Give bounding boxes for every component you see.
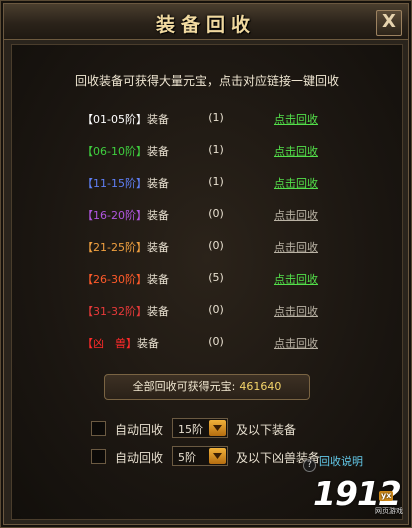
tier-range: 【11-15阶】 <box>82 177 147 190</box>
recycle-row: 【31-32阶】装备 (0) 点击回收 <box>12 302 404 320</box>
tier-range: 【16-20阶】 <box>82 209 147 222</box>
tier-label: 【21-25阶】装备 <box>82 239 169 255</box>
auto-recycle-label: 自动回收 <box>115 451 164 465</box>
tier-label: 【凶 兽】装备 <box>82 335 159 351</box>
tier-label: 【31-32阶】装备 <box>82 303 169 319</box>
auto-recycle-equipment-row: 自动回收 15阶 及以下装备 <box>12 418 404 440</box>
watermark-badge: yx <box>379 491 394 501</box>
beast-tier-select[interactable]: 5阶 <box>172 446 228 466</box>
tier-range: 【凶 兽】 <box>82 337 137 350</box>
title-bar: 装备回收 X <box>4 4 408 40</box>
intro-text: 回收装备可获得大量元宝，点击对应链接一键回收 <box>74 74 339 88</box>
recycle-row: 【凶 兽】装备 (0) 点击回收 <box>12 334 404 352</box>
tier-label: 【06-10阶】装备 <box>82 143 169 159</box>
chevron-down-icon <box>209 448 226 464</box>
close-button[interactable]: X <box>376 10 402 36</box>
tier-range: 【01-05阶】 <box>82 113 147 126</box>
auto-recycle-label: 自动回收 <box>115 423 164 437</box>
recycle-link[interactable]: 点击回收 <box>274 143 318 159</box>
tier-label: 【01-05阶】装备 <box>82 111 169 127</box>
equipment-recycle-window: 装备回收 X 回收装备可获得大量元宝，点击对应链接一键回收 【01-05阶】装备… <box>0 0 412 528</box>
auto-recycle-beast-checkbox[interactable] <box>91 449 106 464</box>
recycle-link[interactable]: 点击回收 <box>274 303 318 319</box>
content-area: 回收装备可获得大量元宝，点击对应链接一键回收 【01-05阶】装备 (1) 点击回收… <box>11 44 403 520</box>
item-count: (1) <box>208 111 224 124</box>
tier-label: 【11-15阶】装备 <box>82 175 169 191</box>
tier-range: 【26-30阶】 <box>82 273 147 286</box>
recycle-row: 【21-25阶】装备 (0) 点击回收 <box>12 238 404 256</box>
tier-suffix: 装备 <box>137 337 159 350</box>
recycle-row: 【16-20阶】装备 (0) 点击回收 <box>12 206 404 224</box>
recycle-link[interactable]: 点击回收 <box>274 335 318 351</box>
tier-suffix: 装备 <box>146 145 169 158</box>
tier-label: 【16-20阶】装备 <box>82 207 169 223</box>
recycle-row: 【11-15阶】装备 (1) 点击回收 <box>12 174 404 192</box>
equipment-tier-value: 15阶 <box>178 423 203 436</box>
tier-range: 【21-25阶】 <box>82 241 147 254</box>
tier-suffix: 装备 <box>146 209 169 222</box>
tier-range: 【31-32阶】 <box>82 305 147 318</box>
site-watermark-logo: 1912 yx 网页游戏 <box>313 469 405 519</box>
recycle-row: 【06-10阶】装备 (1) 点击回收 <box>12 142 404 160</box>
item-count: (0) <box>208 239 224 252</box>
tier-suffix: 装备 <box>146 273 169 286</box>
auto-recycle-equipment-checkbox[interactable] <box>91 421 106 436</box>
tier-suffix: 装备 <box>146 113 169 126</box>
recycle-link[interactable]: 点击回收 <box>274 239 318 255</box>
recycle-row: 【26-30阶】装备 (5) 点击回收 <box>12 270 404 288</box>
item-count: (1) <box>208 175 224 188</box>
total-recycle-box: 全部回收可获得元宝: 461640 <box>104 374 310 400</box>
total-label: 全部回收可获得元宝: <box>132 380 236 393</box>
tier-suffix: 装备 <box>146 305 169 318</box>
item-count: (1) <box>208 143 224 156</box>
tier-suffix: 装备 <box>146 177 169 190</box>
recycle-link[interactable]: 点击回收 <box>274 207 318 223</box>
item-count: (5) <box>208 271 224 284</box>
recycle-link[interactable]: 点击回收 <box>274 111 318 127</box>
window-title: 装备回收 <box>155 14 256 36</box>
equipment-tier-suffix: 及以下装备 <box>236 423 297 437</box>
item-count: (0) <box>208 335 224 348</box>
recycle-link[interactable]: 点击回收 <box>274 271 318 287</box>
chevron-down-icon <box>209 420 226 436</box>
tier-label: 【26-30阶】装备 <box>82 271 169 287</box>
help-label: 回收说明 <box>319 455 363 468</box>
watermark-subtitle: 网页游戏 <box>375 507 403 515</box>
equipment-tier-select[interactable]: 15阶 <box>172 418 228 438</box>
item-count: (0) <box>208 303 224 316</box>
beast-tier-value: 5阶 <box>178 451 196 464</box>
item-count: (0) <box>208 207 224 220</box>
recycle-link[interactable]: 点击回收 <box>274 175 318 191</box>
total-value: 461640 <box>239 380 282 393</box>
tier-range: 【06-10阶】 <box>82 145 147 158</box>
recycle-row: 【01-05阶】装备 (1) 点击回收 <box>12 110 404 128</box>
tier-suffix: 装备 <box>146 241 169 254</box>
